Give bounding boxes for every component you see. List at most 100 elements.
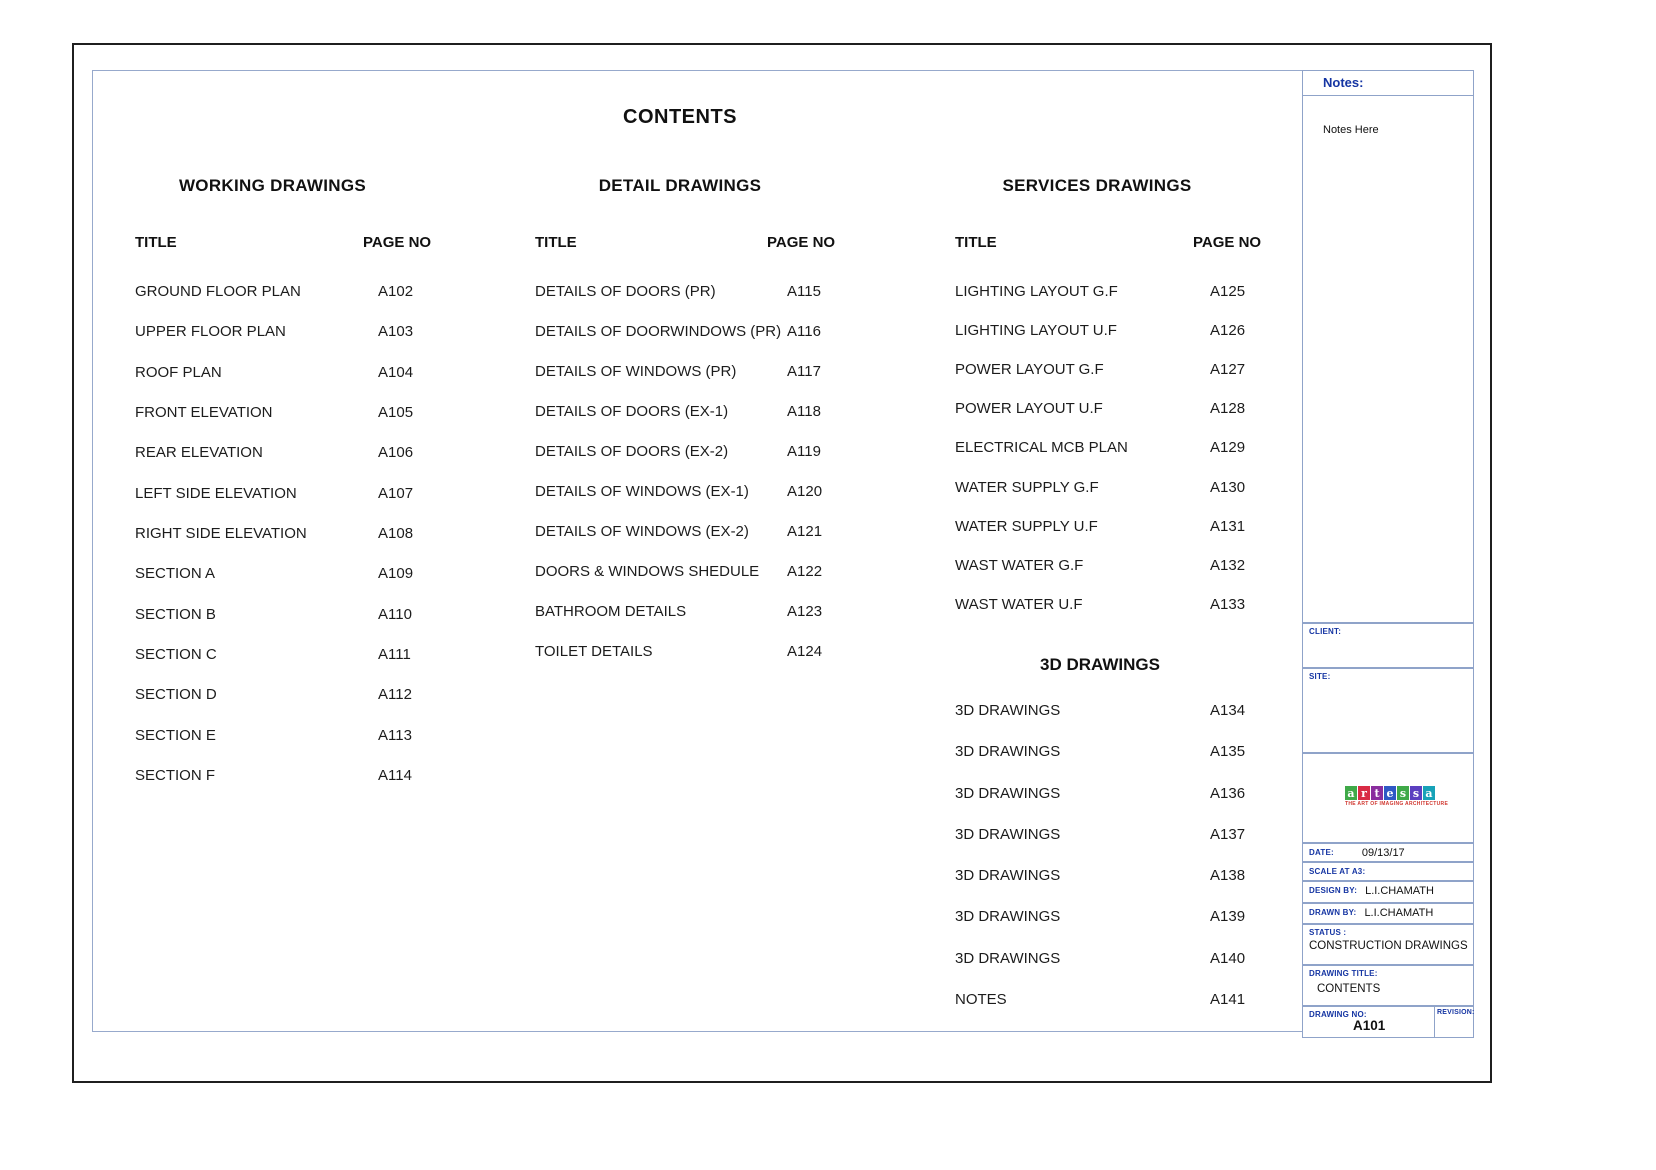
logo-tagline: THE ART OF IMAGING ARCHITECTURE xyxy=(1345,801,1437,807)
column-header-page-no: PAGE NO xyxy=(767,234,835,251)
logo-letter-tile: s xyxy=(1410,786,1422,800)
row-page-no: A105 xyxy=(378,404,413,421)
row-title: DOORS & WINDOWS SHEDULE xyxy=(535,563,759,580)
toc-row: 3D DRAWINGS A137 xyxy=(955,826,1265,867)
row-title: SECTION B xyxy=(135,606,216,623)
drawing-title-field: DRAWING TITLE: CONTENTS xyxy=(1302,965,1474,1006)
row-page-no: A114 xyxy=(378,767,412,784)
toc-row: UPPER FLOOR PLANA103 xyxy=(135,323,435,363)
toc-row: ELECTRICAL MCB PLANA129 xyxy=(955,439,1265,478)
row-title: WATER SUPPLY G.F xyxy=(955,479,1099,496)
row-title: POWER LAYOUT U.F xyxy=(955,400,1103,417)
row-page-no: A108 xyxy=(378,525,413,542)
toc-row: SECTION EA113 xyxy=(135,727,435,767)
row-title: UPPER FLOOR PLAN xyxy=(135,323,286,340)
row-page-no: A112 xyxy=(378,686,412,703)
section-heading-3d-drawings: 3D DRAWINGS xyxy=(955,655,1245,675)
row-title: 3D DRAWINGS xyxy=(955,950,1060,967)
row-page-no: A126 xyxy=(1210,322,1245,339)
toc-row: 3D DRAWINGS A134 xyxy=(955,702,1265,743)
notes-header: Notes: xyxy=(1303,71,1473,96)
toc-row: DETAILS OF DOORS (EX-1) A118 xyxy=(535,403,865,443)
row-page-no: A124 xyxy=(787,643,822,660)
toc-row: ROOF PLANA104 xyxy=(135,364,435,404)
row-title: WAST WATER G.F xyxy=(955,557,1083,574)
date-field: DATE: 09/13/17 xyxy=(1302,843,1474,862)
row-page-no: A121 xyxy=(787,523,822,540)
toc-row: POWER LAYOUT U.F A128 xyxy=(955,400,1265,439)
row-page-no: A118 xyxy=(787,403,821,420)
section-heading-working-drawings: WORKING DRAWINGS xyxy=(130,176,415,196)
toc-row: BATHROOM DETAILS A123 xyxy=(535,603,865,643)
toc-row: LEFT SIDE ELEVATIONA107 xyxy=(135,485,435,525)
row-title: DETAILS OF DOORS (EX-2) xyxy=(535,443,728,460)
row-page-no: A123 xyxy=(787,603,822,620)
toc-row: REAR ELEVATIONA106 xyxy=(135,444,435,484)
drawing-no-field: DRAWING NO: A101 REVISION: xyxy=(1302,1006,1474,1038)
row-title: 3D DRAWINGS xyxy=(955,826,1060,843)
drawn-by-value: L.I.CHAMATH xyxy=(1364,904,1433,919)
column-header-page-no: PAGE NO xyxy=(363,234,431,251)
row-page-no: A133 xyxy=(1210,596,1245,613)
row-title: ELECTRICAL MCB PLAN xyxy=(955,439,1128,456)
toc-row: FRONT ELEVATIONA105 xyxy=(135,404,435,444)
toc-row: DOORS & WINDOWS SHEDULEA122 xyxy=(535,563,865,603)
row-page-no: A137 xyxy=(1210,826,1245,843)
row-page-no: A128 xyxy=(1210,400,1245,417)
drawn-by-field: DRAWN BY: L.I.CHAMATH xyxy=(1302,903,1474,924)
row-page-no: A119 xyxy=(787,443,821,460)
row-page-no: A131 xyxy=(1210,518,1245,535)
row-page-no: A132 xyxy=(1210,557,1245,574)
toc-row: DETAILS OF DOORWINDOWS (PR)A116 xyxy=(535,323,865,363)
row-title: SECTION A xyxy=(135,565,215,582)
logo-letter-tiles: artessa xyxy=(1345,786,1437,800)
row-page-no: A125 xyxy=(1210,283,1245,300)
status-label: STATUS : xyxy=(1303,925,1473,937)
toc-row: GROUND FLOOR PLANA102 xyxy=(135,283,435,323)
logo-letter-tile: e xyxy=(1384,786,1396,800)
row-page-no: A109 xyxy=(378,565,413,582)
row-page-no: A134 xyxy=(1210,702,1245,719)
row-page-no: A138 xyxy=(1210,867,1245,884)
toc-row: 3D DRAWINGSA135 xyxy=(955,743,1265,784)
row-title: NOTES xyxy=(955,991,1007,1008)
row-page-no: A106 xyxy=(378,444,413,461)
row-title: 3D DRAWINGS xyxy=(955,785,1060,802)
design-by-label: DESIGN BY: xyxy=(1303,882,1357,895)
row-title: DETAILS OF DOORS (EX-1) xyxy=(535,403,728,420)
toc-row: WATER SUPPLY G.FA130 xyxy=(955,479,1265,518)
toc-row: SECTION CA111 xyxy=(135,646,435,686)
toc-row: WAST WATER G.F A132 xyxy=(955,557,1265,596)
row-page-no: A139 xyxy=(1210,908,1245,925)
row-page-no: A104 xyxy=(378,364,413,381)
title-block: Notes: Notes Here CLIENT: SITE: artessa … xyxy=(1302,70,1476,1040)
column-header-page-no: PAGE NO xyxy=(1193,234,1261,251)
notes-text: Notes Here xyxy=(1303,96,1473,136)
row-title: SECTION D xyxy=(135,686,217,703)
site-panel: SITE: xyxy=(1302,668,1474,753)
toc-row: NOTESA141 xyxy=(955,991,1265,1032)
row-title: BATHROOM DETAILS xyxy=(535,603,686,620)
row-title: DETAILS OF WINDOWS (EX-1) xyxy=(535,483,749,500)
row-title: WATER SUPPLY U.F xyxy=(955,518,1098,535)
row-title: RIGHT SIDE ELEVATION xyxy=(135,525,307,542)
row-title: POWER LAYOUT G.F xyxy=(955,361,1104,378)
row-title: DETAILS OF DOORS (PR) xyxy=(535,283,716,300)
row-page-no: A111 xyxy=(378,646,411,663)
row-title: 3D DRAWINGS xyxy=(955,702,1060,719)
client-panel: CLIENT: xyxy=(1302,623,1474,668)
toc-row: 3D DRAWINGSA140 xyxy=(955,950,1265,991)
toc-row: LIGHTING LAYOUT G.FA125 xyxy=(955,283,1265,322)
status-field: STATUS : CONSTRUCTION DRAWINGS xyxy=(1302,924,1474,965)
row-title: SECTION E xyxy=(135,727,216,744)
toc-row: LIGHTING LAYOUT U.FA126 xyxy=(955,322,1265,361)
toc-row: SECTION D A112 xyxy=(135,686,435,726)
toc-row: DETAILS OF WINDOWS (EX-2)A121 xyxy=(535,523,865,563)
row-page-no: A120 xyxy=(787,483,822,500)
row-title: 3D DRAWINGS xyxy=(955,867,1060,884)
row-page-no: A117 xyxy=(787,363,821,380)
date-label: DATE: xyxy=(1303,844,1334,857)
client-label: CLIENT: xyxy=(1303,624,1473,636)
site-label: SITE: xyxy=(1303,669,1473,681)
toc-row: RIGHT SIDE ELEVATION A108 xyxy=(135,525,435,565)
